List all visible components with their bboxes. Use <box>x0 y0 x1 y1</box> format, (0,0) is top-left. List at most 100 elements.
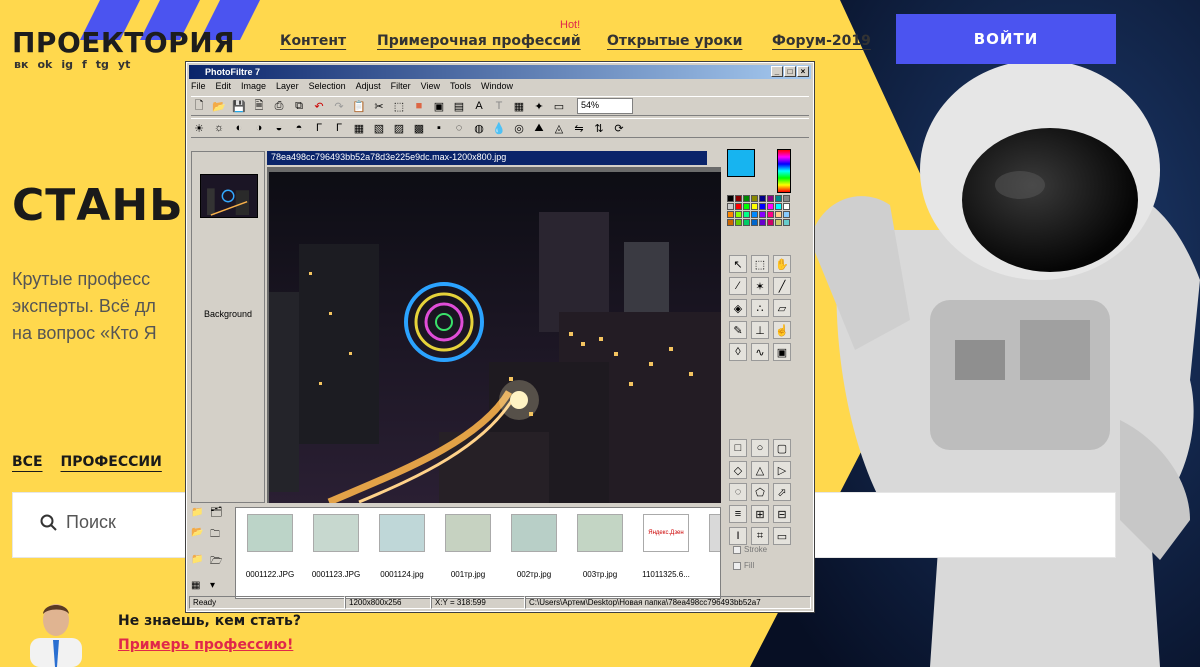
flip-h-icon[interactable]: ⇋ <box>571 120 587 136</box>
menu-filter[interactable]: Filter <box>391 81 411 91</box>
window-titlebar[interactable]: PhotoFiltre 7 _ □ × <box>189 65 811 79</box>
file-item[interactable]: 0001124.jpg <box>372 512 432 579</box>
explorer-icon[interactable]: ▭ <box>551 98 567 114</box>
file-item[interactable]: 003тр.jpg <box>570 512 630 579</box>
file-item[interactable]: 54 <box>702 512 720 579</box>
crop-icon[interactable]: ⬚ <box>391 98 407 114</box>
grayscale-icon[interactable]: ▨ <box>391 120 407 136</box>
menu-selection[interactable]: Selection <box>309 81 346 91</box>
menu-file[interactable]: File <box>191 81 206 91</box>
copy-icon[interactable]: ⧉ <box>291 98 307 114</box>
cut-icon[interactable]: ✂ <box>371 98 387 114</box>
zoom-select[interactable]: 54% <box>577 98 633 114</box>
site-logo[interactable]: ПРОЕКТОРИЯ <box>12 26 235 59</box>
menu-adjust[interactable]: Adjust <box>356 81 381 91</box>
maximize-icon[interactable]: □ <box>784 66 796 77</box>
menu-window[interactable]: Window <box>481 81 513 91</box>
spray-tool-icon[interactable]: ∴ <box>751 299 769 317</box>
color-spectrum[interactable] <box>777 149 791 193</box>
text-icon[interactable]: A <box>471 98 487 114</box>
canvas-size-icon[interactable]: ▤ <box>451 98 467 114</box>
save-icon[interactable]: 💾 <box>231 98 247 114</box>
color-swatch-grid[interactable] <box>727 195 790 226</box>
redo-icon[interactable]: ↷ <box>331 98 347 114</box>
saturation-icon[interactable]: ◒ <box>271 120 287 136</box>
fill-tool-icon[interactable]: ◈ <box>729 299 747 317</box>
document-titlebar[interactable]: 78ea498cc796493bb52a78d3e225e9dc.max-120… <box>267 151 707 165</box>
cta-link[interactable]: Примерь профессию! <box>118 637 293 653</box>
new-file-icon[interactable]: 🗋 <box>191 98 207 114</box>
menu-edit[interactable]: Edit <box>216 81 232 91</box>
search-field[interactable]: Поиск <box>40 512 116 533</box>
sharpen-icon[interactable]: ◍ <box>471 120 487 136</box>
foreground-color[interactable] <box>727 149 755 177</box>
stamp-icon[interactable]: ⊥ <box>751 321 769 339</box>
selection-tool-icon[interactable]: ⬚ <box>751 255 769 273</box>
eraser-icon[interactable]: ▱ <box>773 299 791 317</box>
text-cursor-icon[interactable]: I <box>729 527 747 545</box>
eyedropper-icon[interactable]: ⁄ <box>729 277 747 295</box>
brightness-plus-icon[interactable]: ☼ <box>211 120 227 136</box>
paste-icon[interactable]: 📋 <box>351 98 367 114</box>
polygon-icon[interactable]: ⬠ <box>751 483 769 501</box>
grid-32-icon[interactable]: ⊟ <box>773 505 791 523</box>
folder-filter-icon[interactable]: ▦ <box>191 580 207 597</box>
mountain-icon[interactable]: ⛰ <box>531 120 547 136</box>
ok-icon[interactable]: ok <box>37 58 52 71</box>
gamma-plus-icon[interactable]: Γ <box>331 120 347 136</box>
folder-sort-icon[interactable]: ▾ <box>210 580 226 597</box>
saturation-plus-icon[interactable]: ◓ <box>291 120 307 136</box>
folder-new-icon[interactable]: 📁 <box>191 554 207 577</box>
line-tool-icon[interactable]: ╱ <box>773 277 791 295</box>
crop-tool-icon[interactable]: ⌗ <box>751 527 769 545</box>
folder-up-icon[interactable]: 📁 <box>191 507 207 524</box>
negative-icon[interactable]: ▪ <box>431 120 447 136</box>
text-tool-icon[interactable]: T <box>491 98 507 114</box>
instagram-icon[interactable]: ig <box>61 58 73 71</box>
blur-drop-icon[interactable]: ◊ <box>729 343 747 361</box>
menu-view[interactable]: View <box>421 81 440 91</box>
auto-level-icon[interactable]: ▦ <box>351 120 367 136</box>
stroke-option[interactable]: Stroke <box>733 545 767 554</box>
hand-tool-icon[interactable]: ✋ <box>773 255 791 273</box>
image-size-icon[interactable]: ▣ <box>431 98 447 114</box>
close-icon[interactable]: × <box>797 66 809 77</box>
file-item[interactable]: 002тр.jpg <box>504 512 564 579</box>
folder-view-icon[interactable]: 🗂 <box>210 507 226 524</box>
gamma-icon[interactable]: Γ <box>311 120 327 136</box>
facebook-icon[interactable]: f <box>82 58 87 71</box>
pointer-tool-icon[interactable]: ↖ <box>729 255 747 273</box>
menu-layer[interactable]: Layer <box>276 81 299 91</box>
fill-option[interactable]: Fill <box>733 561 754 570</box>
minimize-icon[interactable]: _ <box>771 66 783 77</box>
clone-icon[interactable]: ▣ <box>773 343 791 361</box>
brightness-icon[interactable]: ☀ <box>191 120 207 136</box>
menu-image[interactable]: Image <box>241 81 266 91</box>
folder-refresh-icon[interactable]: 🗀 <box>210 527 226 550</box>
print-icon[interactable]: ⎙ <box>271 98 287 114</box>
filter-professions[interactable]: ПРОФЕССИИ <box>61 454 162 470</box>
auto-contrast-icon[interactable]: ▧ <box>371 120 387 136</box>
menu-tools[interactable]: Tools <box>450 81 471 91</box>
flip-v-icon[interactable]: ⇅ <box>591 120 607 136</box>
magic-wand-icon[interactable]: ✶ <box>751 277 769 295</box>
nav-content[interactable]: Контент <box>280 33 346 49</box>
filter-all[interactable]: ВСЕ <box>12 454 43 470</box>
soften-icon[interactable]: ◎ <box>511 120 527 136</box>
color-icon[interactable]: ■ <box>411 98 427 114</box>
rounded-rect-icon[interactable]: ▢ <box>773 439 791 457</box>
nav-forum[interactable]: Форум-2019 <box>772 33 871 49</box>
open-shape-icon[interactable]: ⬀ <box>773 483 791 501</box>
rectangle-shape-icon[interactable]: □ <box>729 439 747 457</box>
image-canvas[interactable] <box>267 167 721 503</box>
vk-icon[interactable]: вк <box>14 58 28 71</box>
sepia-icon[interactable]: ▩ <box>411 120 427 136</box>
frame-icon[interactable]: ▭ <box>773 527 791 545</box>
contrast-plus-icon[interactable]: ◑ <box>251 120 267 136</box>
folder-open-icon[interactable]: 📂 <box>191 527 207 550</box>
undo-icon[interactable]: ↶ <box>311 98 327 114</box>
triangle-shape-icon[interactable]: △ <box>751 461 769 479</box>
rotate-icon[interactable]: ⟳ <box>611 120 627 136</box>
nav-profession-fitting[interactable]: Примерочная профессий <box>377 33 581 49</box>
automation-icon[interactable]: ✦ <box>531 98 547 114</box>
